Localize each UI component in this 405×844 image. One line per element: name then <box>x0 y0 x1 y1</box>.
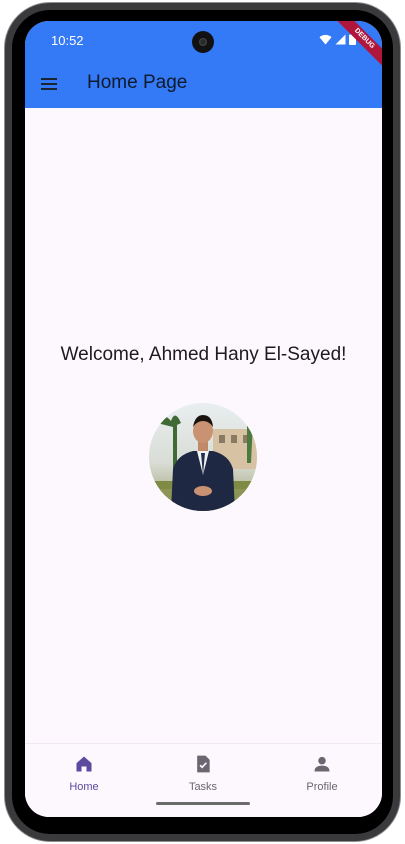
page-title: Home Page <box>87 72 188 93</box>
nav-item-home[interactable]: Home <box>44 750 124 800</box>
status-time: 10:52 <box>51 33 84 48</box>
home-icon <box>76 756 92 772</box>
menu-button[interactable] <box>39 74 59 94</box>
nav-label-home: Home <box>69 781 99 793</box>
nav-label-tasks: Tasks <box>188 781 218 793</box>
wifi-icon <box>319 34 332 44</box>
status-bar: 10:52 <box>25 21 382 61</box>
nav-label-profile: Profile <box>306 781 338 793</box>
app-bar: 10:52 DEBUG Home Page <box>25 21 382 108</box>
nav-item-profile[interactable]: Profile <box>282 750 362 800</box>
welcome-text: Welcome, Ahmed Hany El-Sayed! <box>60 344 347 365</box>
profile-photo <box>149 403 257 511</box>
profile-icon <box>314 756 330 772</box>
tasks-icon <box>197 755 210 773</box>
signal-icon <box>335 34 346 44</box>
phone-device: 10:52 DEBUG Home Page Welcome, Ahmed Han… <box>0 0 405 844</box>
menu-icon <box>41 78 57 90</box>
home-indicator[interactable] <box>156 802 250 805</box>
nav-item-tasks[interactable]: Tasks <box>163 750 243 800</box>
front-camera <box>192 31 214 53</box>
avatar <box>149 403 257 511</box>
bottom-navigation-bar: Home Tasks Profile <box>25 743 382 817</box>
screen: 10:52 DEBUG Home Page Welcome, Ahmed Han… <box>25 21 382 817</box>
